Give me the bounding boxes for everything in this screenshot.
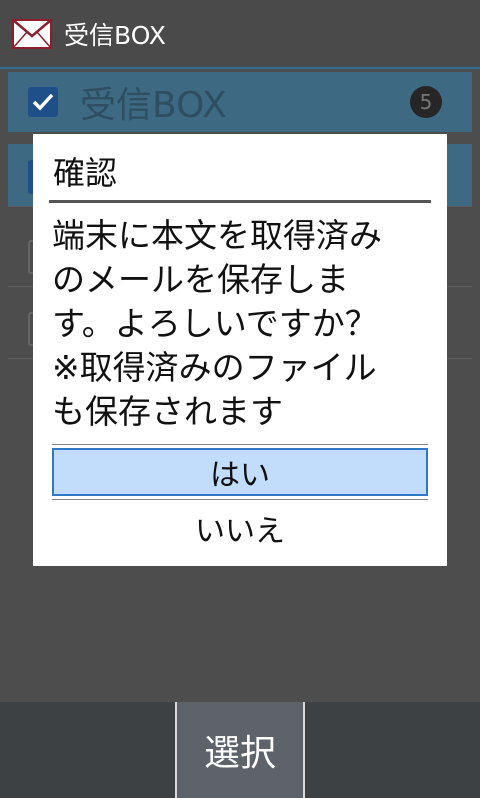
folder-header[interactable]: 受信BOX 5 [8, 72, 472, 132]
mail-icon [12, 18, 52, 49]
confirm-dialog: 確認 端末に本文を取得済み のメールを保存しま す。よろしいですか？ ※取得済み… [33, 134, 447, 566]
button-divider [52, 444, 428, 445]
dialog-title: 確認 [53, 154, 118, 192]
dialog-message: 端末に本文を取得済み のメールを保存しま す。よろしいですか？ ※取得済みのファ… [52, 216, 382, 431]
unread-count-badge: 5 [410, 86, 442, 118]
check-icon [32, 93, 54, 111]
folder-checkbox[interactable] [28, 87, 58, 117]
title-bar: 受信BOX [0, 0, 480, 69]
button-divider [52, 499, 428, 500]
dialog-title-divider [49, 200, 431, 203]
no-button[interactable]: いいえ [52, 502, 428, 554]
app-title: 受信BOX [64, 20, 166, 50]
select-button[interactable]: 選択 [175, 702, 305, 798]
folder-name: 受信BOX [80, 85, 227, 126]
yes-button[interactable]: はい [52, 448, 428, 496]
